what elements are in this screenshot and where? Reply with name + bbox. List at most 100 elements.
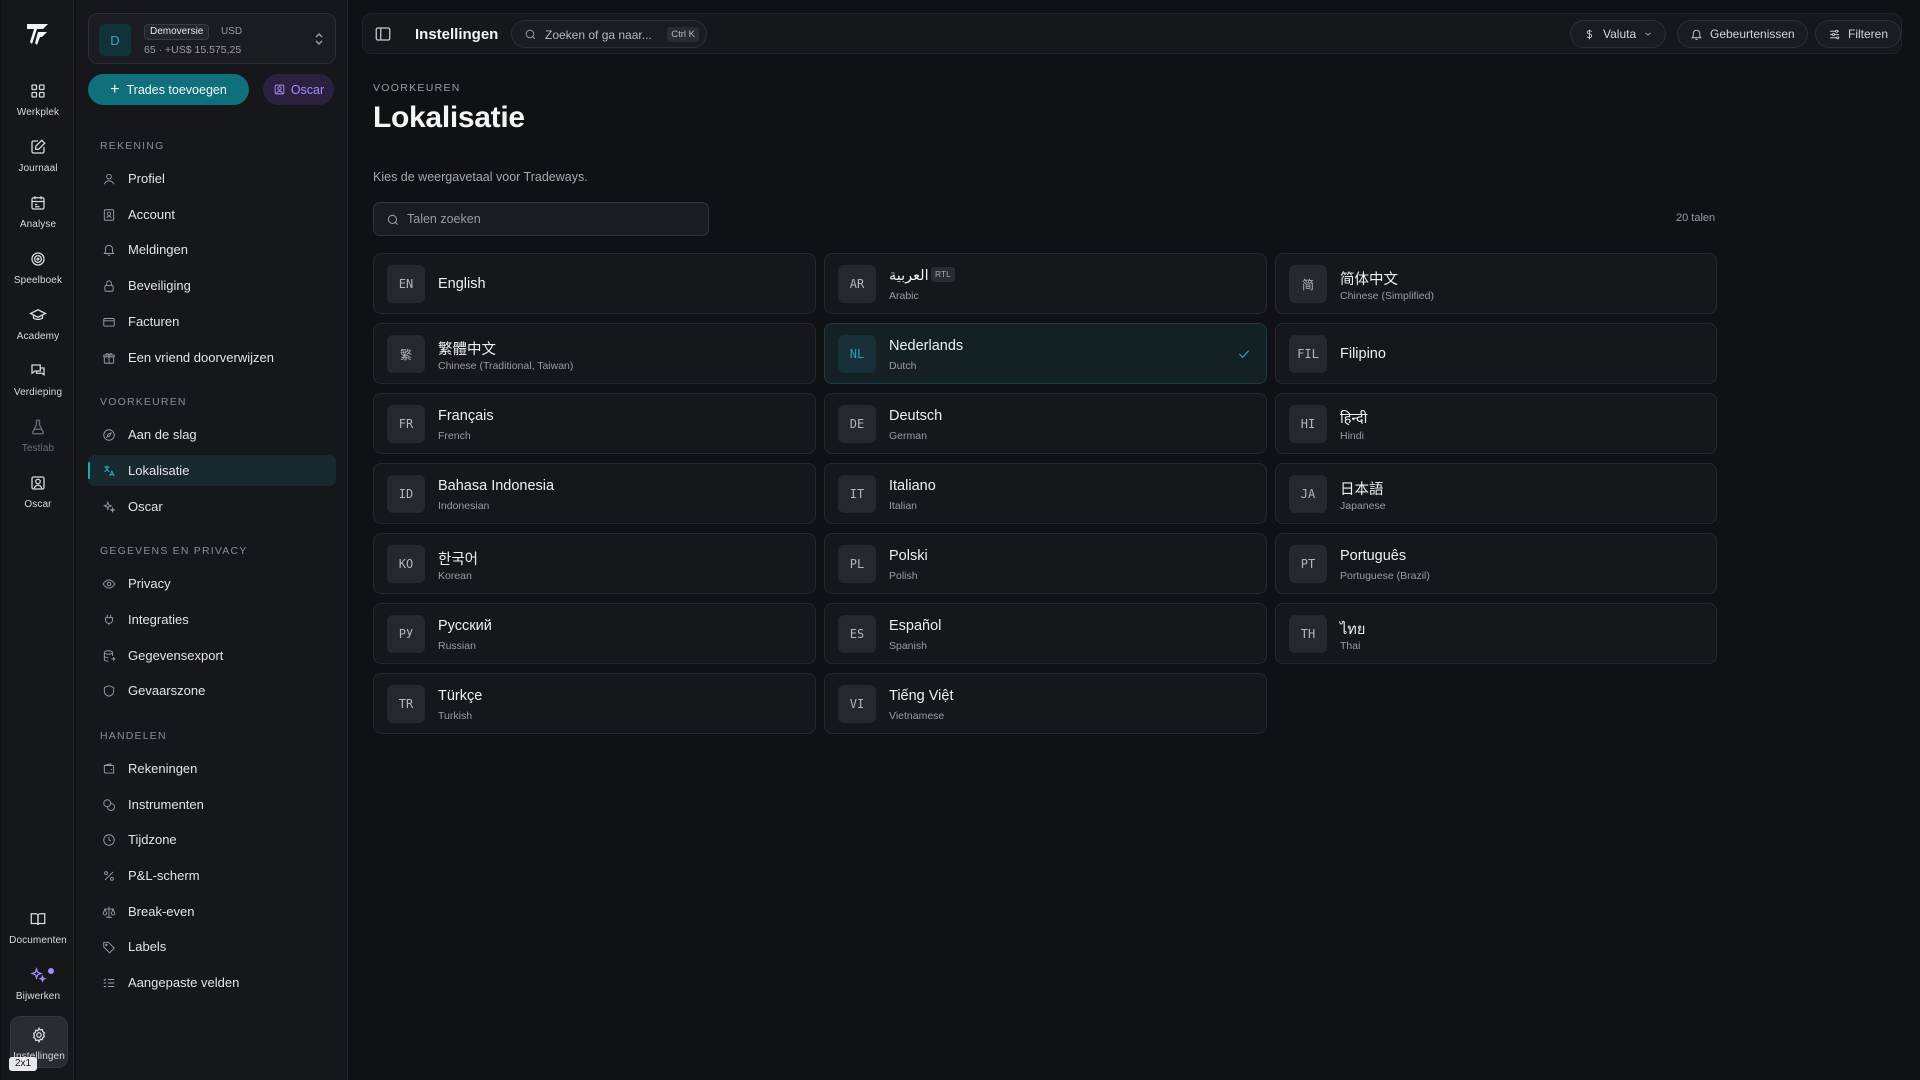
sidebar-item-rekeningen[interactable]: Rekeningen [88, 753, 336, 784]
language-card[interactable]: KO 한국어 Korean [373, 533, 816, 594]
language-card[interactable]: ES Español Spanish [824, 603, 1267, 664]
sidebar-item-instrumenten[interactable]: Instrumenten [88, 789, 336, 820]
sidebar-item-profiel[interactable]: Profiel [88, 163, 336, 194]
language-card[interactable]: РУ Русский Russian [373, 603, 816, 664]
rail-item-oscar[interactable]: Oscar [2, 474, 74, 526]
global-search[interactable]: Zoeken of ga naar... Ctrl K [511, 20, 707, 48]
language-code-badge: ES [838, 615, 876, 653]
language-native-name: Deutsch [889, 408, 943, 424]
language-card[interactable]: 简简体中文 Chinese (Simplified) [1275, 253, 1717, 314]
language-native-name: Filipino [1340, 346, 1386, 362]
language-english-name: Hindi [1340, 430, 1364, 442]
language-native-name: Italiano [889, 478, 936, 494]
sidebar-item-labels[interactable]: Labels [88, 931, 336, 962]
language-code-badge: FR [387, 405, 425, 443]
sidebar-item-referral[interactable]: Een vriend doorverwijzen [88, 342, 336, 373]
sidebar-item-pl-scherm[interactable]: P&L-scherm [88, 860, 336, 891]
language-card[interactable]: DE Deutsch German [824, 393, 1267, 454]
language-card[interactable]: IT Italiano Italian [824, 463, 1267, 524]
rail-item-testlab[interactable]: Testlab [2, 418, 74, 470]
oscar-label: Oscar [290, 82, 325, 97]
sidebar-item-label: Aan de slag [128, 427, 197, 442]
sidebar-item-integraties[interactable]: Integraties [88, 604, 336, 635]
sidebar-item-label: Labels [128, 939, 167, 954]
language-english-name: Arabic [889, 290, 919, 302]
account-switcher[interactable]: D Demoversie USD 65 · +US$ 15.575,25 [88, 13, 336, 64]
database-export-icon [103, 649, 116, 662]
sidebar-item-gegevensexport[interactable]: Gegevensexport [88, 640, 336, 671]
language-native-name: Français [438, 408, 494, 424]
sidebar-item-meldingen[interactable]: Meldingen [88, 234, 336, 265]
language-search-input[interactable] [407, 203, 697, 235]
user-icon [103, 173, 115, 184]
sidebar-item-aan-de-slag[interactable]: Aan de slag [88, 419, 336, 450]
language-native-name: Türkçe [438, 688, 483, 704]
filter-button[interactable]: Filteren [1815, 20, 1902, 48]
plus-icon: + [110, 80, 120, 98]
add-trades-button[interactable]: + Trades toevoegen [88, 74, 249, 105]
rail-item-journaal[interactable]: Journaal [2, 138, 74, 190]
rail-item-verdieping[interactable]: Verdieping [2, 362, 74, 414]
rail-item-documenten[interactable]: Documenten [2, 910, 74, 962]
chevron-updown-icon [315, 32, 323, 46]
language-card[interactable]: PL Polski Polish [824, 533, 1267, 594]
sidebar-item-beveiliging[interactable]: Beveiliging [88, 270, 336, 301]
rail-item-academy[interactable]: Academy [2, 306, 74, 358]
language-card[interactable]: NL Nederlands Dutch [824, 323, 1267, 384]
language-english-name: Thai [1340, 640, 1361, 652]
rail-label: Documenten [9, 935, 67, 946]
sidebar-item-label: Meldingen [128, 242, 188, 257]
sidebar-item-label: Lokalisatie [128, 463, 190, 478]
sidebar-item-privacy[interactable]: Privacy [88, 568, 336, 599]
language-card[interactable]: TH ไทย Thai [1275, 603, 1717, 664]
language-card[interactable]: AR العربية Arabic RTL [824, 253, 1267, 314]
rail-item-bijwerken[interactable]: Bijwerken [2, 966, 74, 1018]
language-english-name: Indonesian [438, 500, 490, 512]
sidebar-item-lokalisatie[interactable]: Lokalisatie [88, 455, 336, 486]
language-card[interactable]: JA 日本語 Japanese [1275, 463, 1717, 524]
sidebar-toggle-icon[interactable] [374, 25, 392, 43]
sidebar-item-break-even[interactable]: Break-even [88, 896, 336, 927]
sidebar-item-account[interactable]: Account [88, 199, 336, 230]
sidebar-item-facturen[interactable]: Facturen [88, 306, 336, 337]
language-code-badge: TR [387, 685, 425, 723]
language-card[interactable]: 繁繁體中文 Chinese (Traditional, Taiwan) [373, 323, 816, 384]
sidebar-item-oscar[interactable]: Oscar [88, 491, 336, 522]
language-code-badge: PT [1289, 545, 1327, 583]
id-card-icon [103, 208, 115, 221]
currency-button[interactable]: Valuta [1570, 20, 1667, 48]
percent-icon [104, 870, 114, 881]
compass-icon [103, 428, 115, 441]
events-button[interactable]: Gebeurtenissen [1677, 20, 1808, 48]
language-card[interactable]: VI Tiếng Việt Vietnamese [824, 673, 1267, 734]
oscar-button[interactable]: Oscar [263, 74, 334, 105]
rail-item-analyse[interactable]: Analyse [2, 194, 74, 246]
language-english-name: French [438, 430, 471, 442]
currency-label: Valuta [1603, 27, 1637, 41]
check-icon [1238, 350, 1250, 359]
language-english-name: Turkish [438, 710, 473, 722]
rail-item-werkplek[interactable]: Werkplek [2, 82, 74, 134]
language-search[interactable] [373, 202, 709, 236]
language-card[interactable]: FIL Filipino [1275, 323, 1717, 384]
sidebar-item-tijdzone[interactable]: Tijdzone [88, 824, 336, 855]
language-count: 20 talen [1676, 212, 1716, 224]
language-english-name: Portuguese (Brazil) [1340, 570, 1430, 582]
language-card[interactable]: HI हिन्दी Hindi [1275, 393, 1717, 454]
language-card[interactable]: EN English [373, 253, 816, 314]
language-card[interactable]: PT Português Portuguese (Brazil) [1275, 533, 1717, 594]
language-card[interactable]: TR Türkçe Turkish [373, 673, 816, 734]
language-code-badge: DE [838, 405, 876, 443]
language-card[interactable]: FR Français French [373, 393, 816, 454]
rail-item-speelboek[interactable]: Speelboek [2, 250, 74, 302]
language-code-badge: PL [838, 545, 876, 583]
filter-label: Filteren [1848, 27, 1889, 41]
language-card[interactable]: ID Bahasa Indonesia Indonesian [373, 463, 816, 524]
tradeways-logo[interactable] [22, 18, 54, 50]
book-open-icon [30, 913, 46, 926]
sidebar-item-label: Integraties [128, 612, 189, 627]
gear-icon [32, 1026, 46, 1044]
sidebar-item-aangepaste-velden[interactable]: Aangepaste velden [88, 967, 336, 998]
language-code-badge: HI [1289, 405, 1327, 443]
sidebar-item-gevaarszone[interactable]: Gevaarszone [88, 675, 336, 706]
